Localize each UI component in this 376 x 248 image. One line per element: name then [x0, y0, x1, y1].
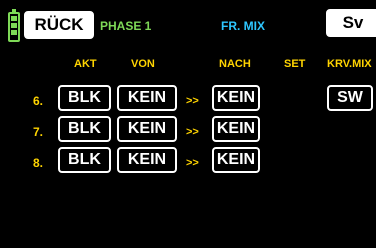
column-header-set: SET — [284, 58, 306, 70]
von-button[interactable]: KEIN — [117, 116, 177, 142]
row-number: 6. — [33, 94, 44, 108]
von-button[interactable]: KEIN — [117, 85, 177, 111]
akt-button[interactable]: BLK — [58, 147, 111, 173]
page-title: FR. MIX — [221, 19, 265, 33]
arrow-label: >> — [186, 126, 199, 138]
arrow-label: >> — [186, 95, 199, 107]
krv-mix-button[interactable]: SW — [327, 85, 373, 111]
column-header-nach: NACH — [219, 58, 251, 70]
back-button[interactable]: RÜCK — [24, 11, 94, 39]
nach-button[interactable]: KEIN — [212, 116, 260, 142]
column-header-krv-mix: KRV.MIX — [327, 58, 372, 70]
arrow-label: >> — [186, 157, 199, 169]
battery-icon — [8, 9, 20, 42]
phase-label: PHASE 1 — [100, 19, 152, 33]
column-header-von: VON — [131, 58, 155, 70]
nach-button[interactable]: KEIN — [212, 85, 260, 111]
von-button[interactable]: KEIN — [117, 147, 177, 173]
row-number: 7. — [33, 125, 44, 139]
akt-button[interactable]: BLK — [58, 85, 111, 111]
sv-button[interactable]: Sv — [326, 9, 376, 37]
column-header-akt: AKT — [74, 58, 97, 70]
nach-button[interactable]: KEIN — [212, 147, 260, 173]
row-number: 8. — [33, 156, 44, 170]
akt-button[interactable]: BLK — [58, 116, 111, 142]
